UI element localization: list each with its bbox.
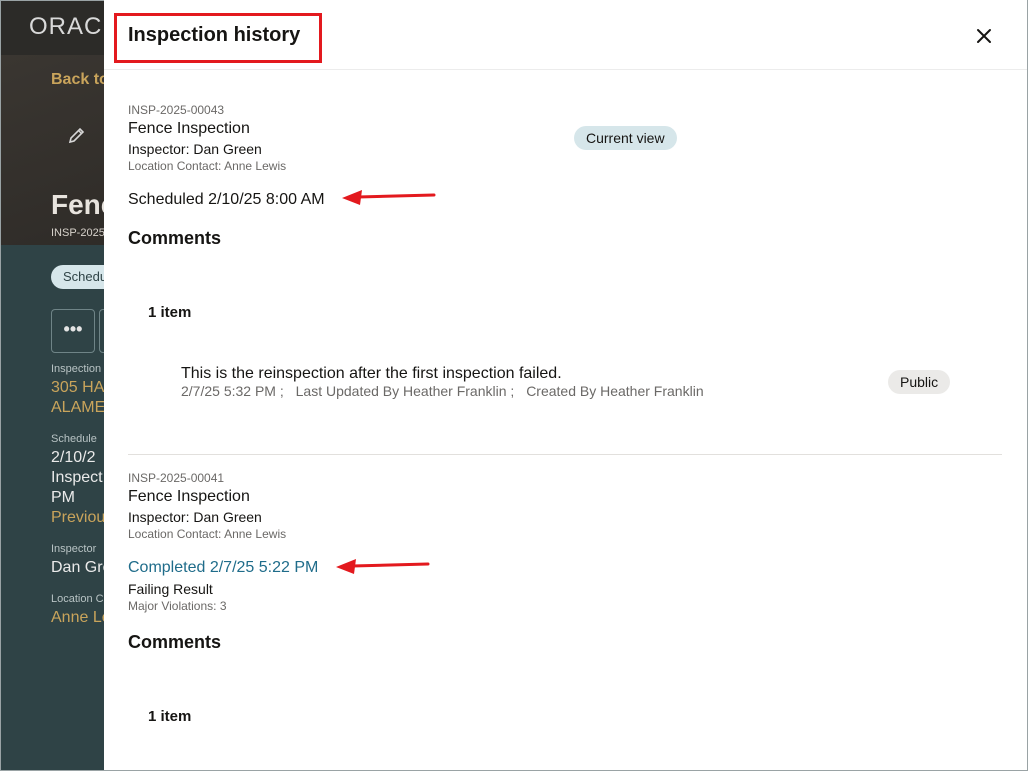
inspection-record: INSP-2025-00041 Fence Inspection Inspect…	[128, 470, 1002, 542]
comment-meta: 2/7/25 5:32 PM ; Last Updated By Heather…	[181, 382, 712, 400]
oracle-logo: ORAC	[29, 13, 103, 40]
record-divider	[128, 454, 1002, 455]
comments-heading: Comments	[128, 228, 222, 248]
field-value-inspector: Dan Gre	[51, 559, 112, 576]
record-result: Failing Result	[128, 581, 213, 597]
field-value-location-contact[interactable]: Anne Le	[51, 608, 111, 628]
drawer-title: Inspection history	[128, 24, 301, 46]
field-label-location-contact: Location C	[51, 593, 104, 605]
field-value-address-line2[interactable]: ALAME	[51, 398, 105, 418]
more-actions-button[interactable]: •••	[51, 309, 95, 353]
record-scheduled-date: Scheduled 2/10/25 8:00 AM	[128, 191, 325, 208]
field-value-address-line1[interactable]: 305 HA	[51, 378, 104, 398]
comment-updated-by: Last Updated By Heather Franklin ;	[295, 383, 515, 399]
back-link[interactable]: Back to	[51, 71, 109, 89]
public-badge: Public	[888, 370, 951, 394]
pencil-icon[interactable]	[67, 125, 87, 145]
record-contact: Location Contact: Anne Lewis	[128, 527, 287, 541]
record-id: INSP-2025-00041	[128, 471, 225, 485]
page-subtitle: INSP-2025	[51, 227, 105, 239]
inspection-record: INSP-2025-00043 Fence Inspection Inspect…	[128, 102, 1002, 174]
comments-item-count: 1 item	[148, 708, 192, 725]
record-inspector: Inspector: Dan Green	[128, 141, 262, 157]
field-value-schedule-date: 2/10/2	[51, 449, 96, 466]
record-inspector: Inspector: Dan Green	[128, 509, 262, 525]
comments-heading: Comments	[128, 632, 222, 652]
field-label-inspection: Inspection	[51, 363, 102, 375]
record-name: Fence Inspection	[128, 120, 250, 137]
comment-date: 2/7/25 5:32 PM ;	[181, 383, 284, 399]
comment-created-by: Created By Heather Franklin	[526, 383, 704, 399]
field-value-schedule-type: Inspect	[51, 469, 103, 486]
annotation-arrow	[336, 559, 430, 574]
comment-text: This is the reinspection after the first…	[181, 365, 562, 382]
field-label-inspector: Inspector	[51, 543, 97, 555]
inspection-history-drawer: Inspection history INSP-2025-00043 Fence…	[104, 0, 1027, 770]
record-name: Fence Inspection	[128, 488, 250, 505]
record-completed-date-link[interactable]: Completed 2/7/25 5:22 PM	[128, 558, 318, 578]
field-value-schedule-time: PM	[51, 489, 75, 506]
field-label-schedule: Schedule	[51, 433, 97, 445]
current-view-badge: Current view	[574, 126, 677, 150]
close-icon[interactable]	[972, 24, 996, 48]
record-violations: Major Violations: 3	[128, 599, 227, 613]
annotation-arrow	[342, 190, 436, 205]
comments-item-count: 1 item	[148, 304, 192, 321]
record-id: INSP-2025-00043	[128, 103, 225, 117]
drawer-header: Inspection history	[104, 0, 1027, 70]
previous-link[interactable]: Previou	[51, 508, 105, 528]
record-contact: Location Contact: Anne Lewis	[128, 159, 287, 173]
